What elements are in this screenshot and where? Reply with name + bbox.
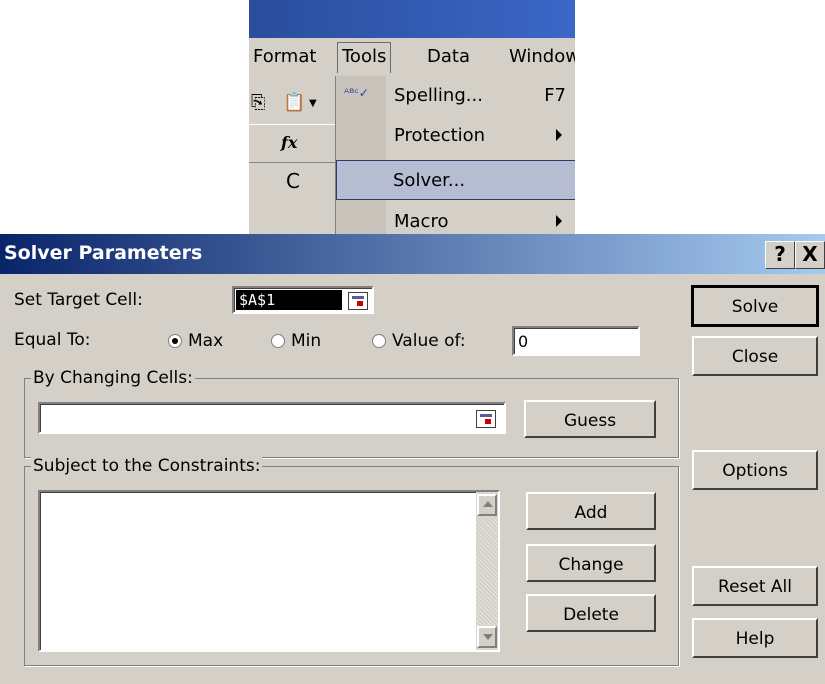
excel-titlebar: [249, 0, 575, 38]
guess-button[interactable]: Guess: [524, 400, 656, 438]
menubar: Format Tools Data Window: [249, 38, 575, 78]
help-button[interactable]: Help: [692, 618, 818, 658]
column-header-row: C: [249, 162, 337, 199]
radio-value-of-label: Value of:: [392, 331, 466, 351]
options-button[interactable]: Options: [692, 450, 818, 490]
standard-toolbar: ⎘ 📋 ▼: [249, 78, 337, 124]
equal-to-label: Equal To:: [14, 330, 91, 350]
menu-window[interactable]: Window: [507, 46, 575, 67]
scroll-up-icon[interactable]: [477, 494, 497, 516]
menu-item-spelling[interactable]: ᴬᴮᶜ✓ Spelling... F7: [344, 76, 575, 114]
by-changing-cells-input[interactable]: [38, 402, 506, 434]
radio-max-label: Max: [188, 331, 224, 351]
delete-button[interactable]: Delete: [526, 594, 656, 632]
paste-icon[interactable]: 📋: [283, 92, 305, 113]
set-target-cell-value: $A$1: [236, 290, 342, 310]
dialog-titlebar[interactable]: Solver Parameters ? X: [0, 234, 825, 274]
dialog-title: Solver Parameters: [4, 242, 203, 264]
column-header-c[interactable]: C: [249, 169, 337, 193]
constraints-list[interactable]: [38, 490, 500, 652]
menu-format[interactable]: Format: [251, 46, 318, 67]
collapse-dialog-icon[interactable]: [476, 410, 496, 428]
radio-min[interactable]: [271, 334, 285, 348]
radio-max[interactable]: [168, 334, 182, 348]
menu-item-macro[interactable]: Macro: [386, 202, 575, 234]
close-icon[interactable]: X: [795, 241, 825, 269]
by-changing-cells-label: By Changing Cells:: [31, 368, 195, 388]
menu-data[interactable]: Data: [425, 46, 472, 67]
scroll-down-icon[interactable]: [477, 626, 497, 648]
radio-min-label: Min: [291, 331, 322, 351]
menu-tools[interactable]: Tools: [337, 42, 392, 73]
constraints-scrollbar[interactable]: [476, 492, 498, 650]
help-icon[interactable]: ?: [765, 241, 795, 269]
fx-icon[interactable]: fx: [281, 133, 297, 152]
solve-button[interactable]: Solve: [691, 285, 819, 327]
set-target-cell-field[interactable]: $A$1: [232, 286, 374, 314]
submenu-arrow-icon: [556, 129, 562, 141]
tools-dropdown-menu: ᴬᴮᶜ✓ Spelling... F7 Protection Solver...…: [335, 76, 575, 234]
solver-parameters-dialog: Solver Parameters ? X Set Target Cell: $…: [0, 234, 825, 684]
menu-item-solver[interactable]: Solver...: [336, 160, 575, 200]
radio-value-of[interactable]: [372, 334, 386, 348]
paste-dropdown-icon[interactable]: ▼: [309, 98, 317, 109]
set-target-cell-label: Set Target Cell:: [14, 290, 143, 310]
add-button[interactable]: Add: [526, 492, 656, 530]
submenu-arrow-icon: [556, 215, 562, 227]
spelling-check-icon: ᴬᴮᶜ✓: [344, 86, 369, 100]
formula-bar: fx: [249, 124, 337, 163]
menu-item-protection[interactable]: Protection: [386, 116, 575, 154]
value-of-input[interactable]: 0: [512, 326, 640, 356]
constraints-label: Subject to the Constraints:: [31, 456, 263, 476]
reset-all-button[interactable]: Reset All: [692, 566, 818, 606]
close-button[interactable]: Close: [692, 336, 818, 376]
excel-menu-fragment: Format Tools Data Window ⎘ 📋 ▼ fx C ᴬᴮᶜ✓…: [249, 0, 575, 234]
collapse-dialog-icon[interactable]: [348, 292, 368, 310]
change-button[interactable]: Change: [526, 544, 656, 582]
copy-icon[interactable]: ⎘: [251, 92, 265, 113]
